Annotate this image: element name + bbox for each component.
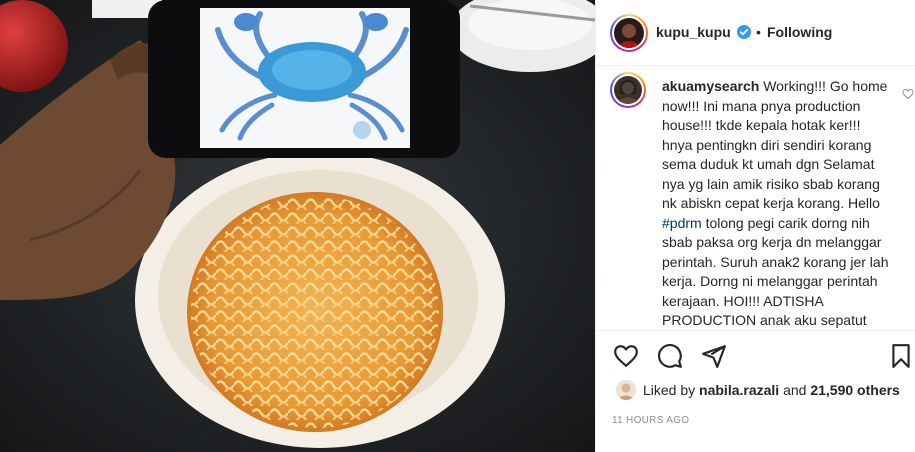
separator-dot: • — [756, 24, 761, 40]
share-icon[interactable] — [701, 343, 727, 369]
post-image[interactable] — [0, 0, 595, 452]
caption-body-start: Working!!! Go home now!!! Ini mana pnya … — [662, 78, 888, 211]
heart-icon[interactable] — [613, 343, 639, 369]
hashtag-link[interactable]: #pdrm — [662, 215, 702, 231]
author-username[interactable]: kupu_kupu — [656, 24, 731, 40]
comment-icon[interactable] — [657, 343, 683, 369]
post-header: kupu_kupu • Following — [596, 0, 915, 66]
caption-username[interactable]: akuamysearch — [662, 78, 759, 94]
author-avatar[interactable] — [610, 14, 648, 52]
post-timestamp[interactable]: 11 HOURS AGO — [612, 415, 689, 426]
likes-conjunction: and — [783, 382, 807, 398]
caption-body-end: tolong pegi carik dorng nih sbab paksa o… — [662, 214, 889, 329]
comments-area: akuamysearch Working!!! Go home now!!! I… — [596, 66, 915, 330]
post-sidebar: kupu_kupu • Following akuamysearch Worki… — [595, 0, 915, 452]
caption-text: akuamysearch Working!!! Go home now!!! I… — [662, 77, 894, 330]
comment-like-heart-icon[interactable] — [902, 88, 914, 100]
post-photo — [0, 0, 595, 452]
likes-summary: Liked by nabila.razali and 21,590 others — [643, 382, 900, 398]
following-button[interactable]: Following — [767, 24, 832, 40]
likes-prefix: Liked by — [643, 382, 696, 398]
likes-count[interactable]: 21,590 others — [810, 382, 900, 398]
post-actions: Liked by nabila.razali and 21,590 others… — [596, 330, 915, 452]
liker-avatar[interactable] — [616, 380, 636, 400]
verified-badge-icon — [737, 25, 751, 39]
caption-avatar[interactable] — [610, 72, 646, 108]
liker-username[interactable]: nabila.razali — [699, 382, 779, 398]
bookmark-icon[interactable] — [888, 343, 914, 369]
